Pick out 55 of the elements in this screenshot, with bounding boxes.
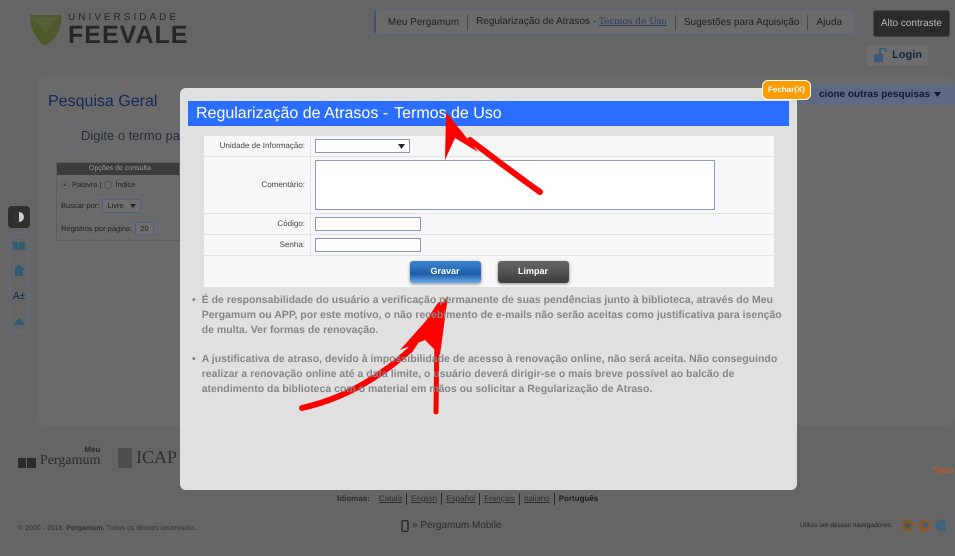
field-label: Código: (204, 214, 311, 234)
browser-icon (901, 519, 914, 532)
logo-text: FEEVALE (68, 23, 188, 48)
login-button[interactable]: Login (867, 45, 928, 66)
shield-logo-icon (30, 13, 62, 47)
logo-text: Pergamum (40, 454, 100, 468)
terms-link[interactable]: Termos de Uso (598, 17, 667, 28)
terms-of-use-link[interactable]: Termos de Uso (394, 102, 502, 126)
logo-text: Meu (83, 446, 100, 454)
mobile-link[interactable]: » Pergamum Mobile (412, 518, 502, 533)
language-link[interactable]: Español (441, 493, 480, 505)
save-button[interactable]: Gravar (410, 261, 480, 283)
radio-button[interactable] (61, 180, 69, 189)
comment-field[interactable] (315, 160, 715, 210)
contrast-toggle-button[interactable] (8, 206, 30, 228)
logo-text: UNIVERSIDADE (68, 13, 180, 23)
notice-link[interactable]: Regularização de Atraso (527, 383, 650, 395)
phone-icon (401, 520, 409, 532)
books-icon (18, 456, 36, 468)
nav-link[interactable]: Sugestões para Aquisição (674, 14, 808, 30)
bullet: • (192, 352, 196, 367)
caret-icon (398, 144, 405, 148)
up-arrow-icon (12, 317, 25, 325)
caret-icon (934, 92, 942, 97)
font-size-button[interactable]: A± (12, 289, 26, 304)
panel-title: Pesquisa Geral (48, 92, 158, 112)
padlock-icon (873, 48, 888, 62)
icap-logo-text: ICAP (136, 446, 178, 469)
caret-icon (130, 204, 136, 208)
clear-button[interactable]: Limpar (498, 261, 568, 283)
languages-label: Idiomas: (337, 493, 370, 505)
close-button[interactable]: Fechar(X) (762, 80, 811, 100)
language-link[interactable]: Italiano (518, 493, 554, 505)
password-field[interactable] (315, 238, 421, 252)
contrast-icon (13, 211, 25, 223)
code-input-field[interactable] (315, 217, 421, 231)
home-icon (12, 264, 25, 276)
language-link[interactable]: Català (374, 493, 406, 505)
field-label: Unidade de Informação: (204, 136, 311, 156)
modal-title: Regularização de Atrasos - (196, 104, 388, 124)
language-link[interactable]: Français (479, 493, 519, 505)
bullet: • (192, 293, 196, 308)
nav-link[interactable]: Regularização de Atrasos - (476, 16, 599, 28)
nav-link[interactable]: Meu Pergamum (380, 14, 468, 30)
field-label: Comentário: (204, 157, 311, 213)
browser-icon (935, 519, 946, 532)
books-icon (12, 239, 25, 251)
browser-icon (918, 519, 932, 532)
nav-link[interactable]: Ajuda (807, 14, 850, 30)
language-link[interactable]: Português (554, 493, 602, 505)
notice-link[interactable]: Ver formas de renovação (250, 324, 376, 336)
high-contrast-button[interactable]: Alto contraste (872, 10, 950, 37)
field-label: Senha: (204, 235, 311, 255)
language-link[interactable]: English (406, 493, 442, 505)
unit-select[interactable] (315, 139, 410, 153)
